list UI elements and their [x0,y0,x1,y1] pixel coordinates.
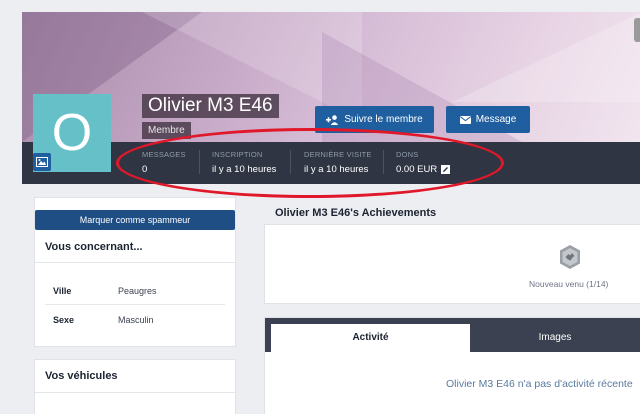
about-title: Vous concernant... [45,241,143,253]
field-value: Peaugres [118,286,157,296]
tab-activity[interactable]: Activité [271,324,470,352]
vehicles-title: Vos véhicules [45,370,118,382]
avatar-edit-button[interactable] [33,153,51,171]
empty-activity-message: Olivier M3 E46 n'a pas d'activité récent… [446,378,633,390]
field-value: Masculin [118,315,154,325]
mark-spammer-button[interactable]: Marquer comme spammeur [35,210,235,230]
hexagon-badge-icon[interactable] [557,244,583,270]
achievements-title: Olivier M3 E46's Achievements [275,207,437,219]
divider [35,392,235,393]
image-icon [36,157,48,167]
red-annotation-ellipse [116,128,504,198]
scrollbar-thumb[interactable] [634,18,640,42]
vehicles-panel [34,359,236,414]
field-key: Ville [53,286,72,296]
divider [35,262,235,263]
tab-images[interactable]: Images [470,324,640,352]
envelope-icon [459,115,471,124]
message-button[interactable]: Message [446,106,530,133]
achievements-panel [264,224,640,304]
profile-name: Olivier M3 E46 [142,94,279,118]
divider [45,304,225,305]
user-plus-icon [326,114,339,125]
field-key: Sexe [53,315,75,325]
message-label: Message [475,114,517,125]
badge-label: Nouveau venu (1/14) [529,279,609,289]
